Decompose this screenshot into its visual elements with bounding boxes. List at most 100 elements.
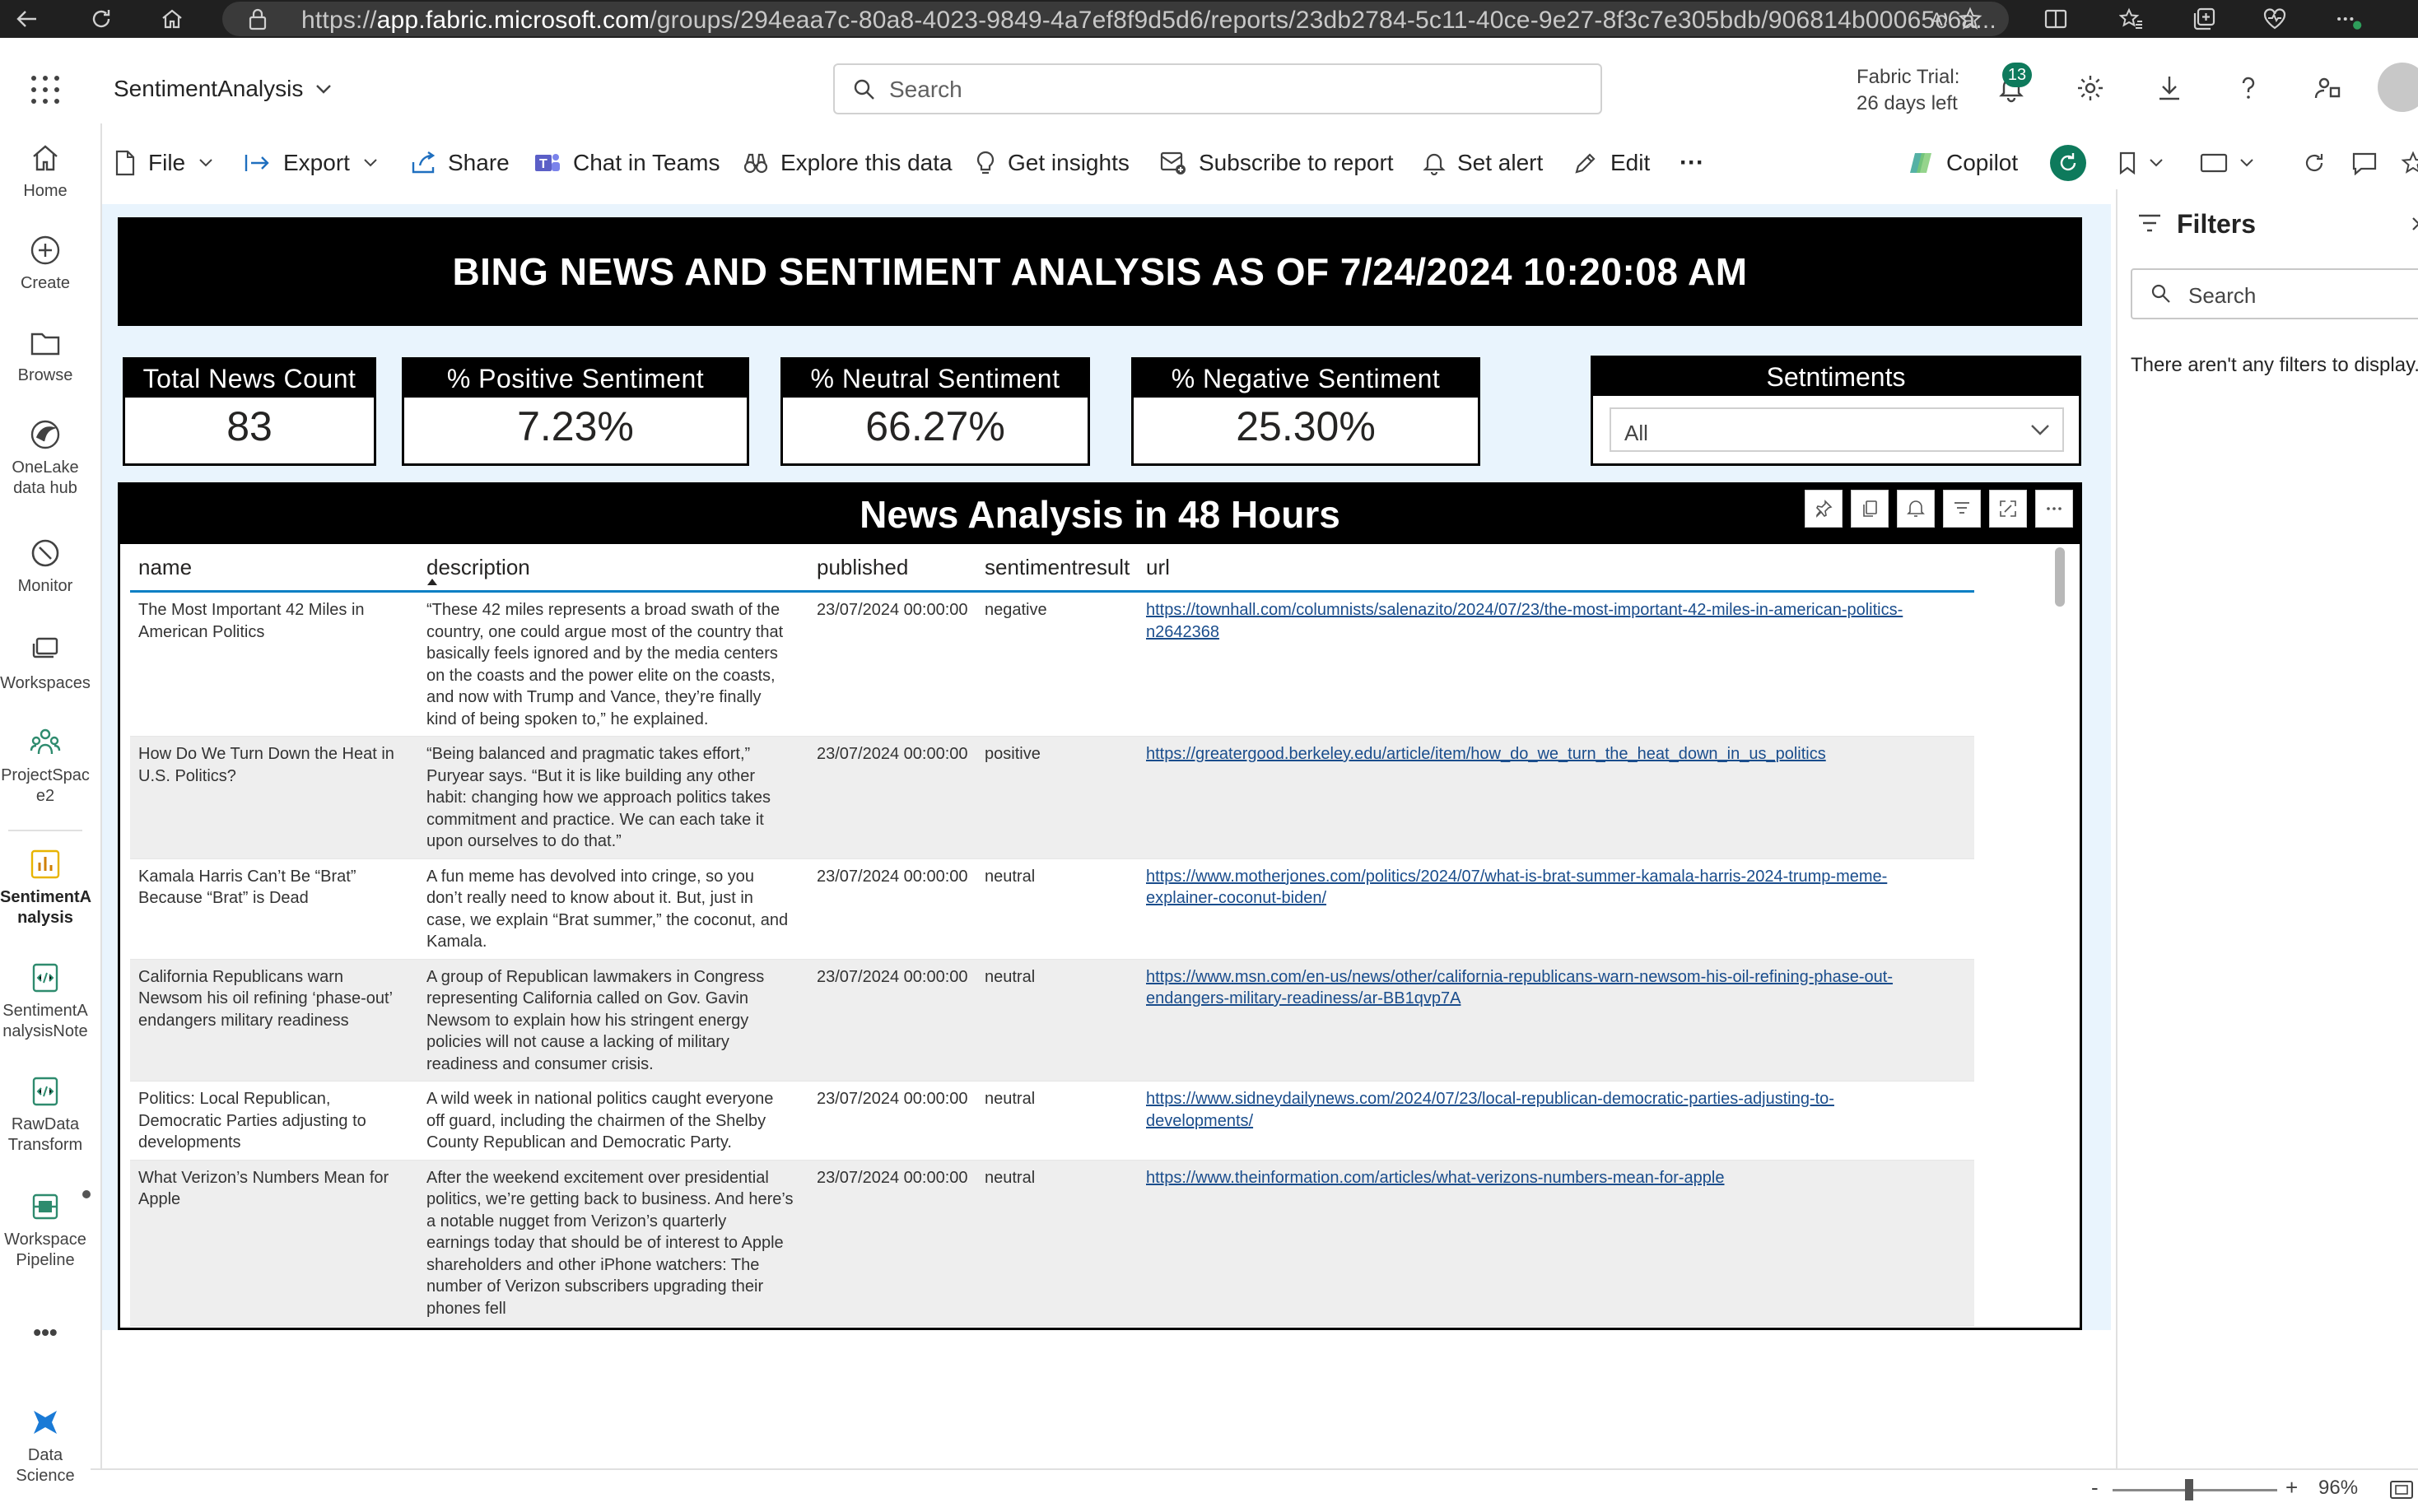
edit-button[interactable]: Edit [1572,137,1650,189]
nav-projectspace2[interactable]: ProjectSpac e2 [0,726,91,807]
cell-url-link[interactable]: https://www.sidneydailynews.com/2024/07/… [1146,1088,1969,1132]
nav-create[interactable]: Create [0,234,91,294]
chevron-down-icon[interactable] [314,82,333,95]
cell-url-link-line[interactable]: https://www.theinformation.com/articles/… [1146,1167,1969,1189]
cell-url-link-line[interactable]: endangers-military-readiness/ar-BB1qvp7A [1146,988,1969,1010]
collections-icon[interactable] [2190,5,2218,33]
filter-visual-icon[interactable] [1943,490,1981,528]
nav-more[interactable]: ••• [0,1321,91,1344]
card-negative-sentiment[interactable]: % Negative Sentiment 25.30% [1131,357,1480,466]
read-aloud-icon[interactable]: A [1926,5,1954,33]
nav-browse[interactable]: Browse [0,326,91,386]
help-icon[interactable] [2229,69,2267,107]
global-search-input[interactable]: Search [833,63,1602,114]
set-alert-button[interactable]: Set alert [1423,137,1543,189]
table-row[interactable]: What Verizon’s Numbers Mean for Apple Afte… [130,1160,1974,1326]
cell-url-link[interactable]: https://www.msn.com/en-us/news/other/cal… [1146,966,1969,1010]
explore-data-button[interactable]: Explore this data [743,137,953,189]
cell-url-link-line[interactable]: explainer-coconut-biden/ [1146,887,1969,910]
cell-url-link-line[interactable]: https://www.motherjones.com/politics/202… [1146,866,1969,888]
filters-search-input[interactable]: Search [2131,268,2418,319]
settings-more-icon[interactable] [2335,5,2363,33]
table-scrollbar[interactable] [2055,547,2065,607]
view-button[interactable] [2200,137,2266,189]
app-launcher-icon[interactable] [30,74,61,105]
nav-data-science[interactable]: Data Science [0,1406,91,1486]
reset-button[interactable] [2048,137,2099,189]
comments-button[interactable] [2351,137,2389,189]
refresh-icon[interactable] [87,5,115,33]
column-header-name[interactable]: name [138,544,192,590]
favorites-icon[interactable] [2117,5,2145,33]
settings-gear-icon[interactable] [2071,69,2109,107]
cell-url-link-line[interactable]: https://townhall.com/columnists/salenazi… [1146,599,1969,621]
nav-rawdatatransform[interactable]: RawData Transform [0,1075,91,1156]
chat-in-teams-button[interactable]: T Chat in Teams [533,137,720,189]
column-header-description[interactable]: description [426,544,530,590]
zoom-slider-track[interactable] [2113,1489,2277,1491]
table-row[interactable]: The Most Important 42 Miles in American P… [130,593,1974,737]
nav-workspaces[interactable]: Workspaces [0,634,91,694]
back-icon[interactable] [13,5,41,33]
lock-icon[interactable] [244,5,272,33]
user-avatar[interactable] [2378,63,2418,112]
pin-visual-icon[interactable] [1805,490,1843,528]
favorite-button[interactable] [2401,137,2418,189]
workspace-title[interactable]: SentimentAnalysis [114,76,303,102]
cell-url-link[interactable]: https://www.motherjones.com/politics/202… [1146,866,1969,910]
nav-home[interactable]: Home [0,142,91,202]
table-row[interactable]: Kamala Harris Can’t Be “Brat” Because “Br… [130,858,1974,960]
card-neutral-sentiment[interactable]: % Neutral Sentiment 66.27% [780,357,1090,466]
download-icon[interactable] [2150,69,2188,107]
more-options-icon[interactable] [2035,490,2073,528]
zoom-out-button[interactable]: - [2091,1475,2099,1500]
cell-url-link[interactable]: https://greatergood.berkeley.edu/article… [1146,743,1969,765]
more-options-button[interactable]: ··· [1680,137,1704,189]
column-header-sentimentresult[interactable]: sentimentresult [985,544,1130,590]
file-menu-button[interactable]: File [114,137,225,189]
zoom-in-button[interactable]: + [2285,1475,2298,1500]
nav-sentimentanalysisnote[interactable]: SentimentA nalysisNote [0,961,91,1042]
table-row[interactable]: Politics: Local Republican, Democratic Pa… [130,1082,1974,1161]
table-row[interactable]: California Republicans warn Newsom his oi… [130,959,1974,1082]
fit-to-page-icon[interactable] [2389,1480,2414,1500]
alert-visual-icon[interactable] [1897,490,1935,528]
nav-workspacepipeline[interactable]: Workspace Pipeline [0,1190,91,1271]
get-insights-button[interactable]: Get insights [975,137,1130,189]
cell-url-link-line[interactable]: n2642368 [1146,621,1969,644]
feedback-share-icon[interactable] [2309,69,2346,107]
home-icon[interactable] [158,5,186,33]
table-row[interactable]: Football latest: Transfer newsincluding … [130,1326,1974,1328]
copy-visual-icon[interactable] [1851,490,1889,528]
column-header-url[interactable]: url [1146,544,1170,590]
address-bar[interactable]: https://app.fabric.microsoft.com/groups/… [222,2,2009,36]
nav-onelake[interactable]: OneLake data hub [0,418,91,499]
split-screen-icon[interactable] [2042,5,2070,33]
column-header-published[interactable]: published [817,544,908,590]
close-icon[interactable] [2411,216,2418,232]
favorite-star-icon[interactable] [1956,5,1984,33]
cell-url-link-line[interactable]: https://greatergood.berkeley.edu/article… [1146,743,1969,765]
cell-url-link-line[interactable]: https://www.sidneydailynews.com/2024/07/… [1146,1088,1969,1110]
copilot-button[interactable]: Copilot [1907,137,2018,189]
cell-url-link-line[interactable]: developments/ [1146,1110,1969,1133]
share-button[interactable]: Share [410,137,510,189]
table-row[interactable]: How Do We Turn Down the Heat in U.S. Poli… [130,737,1974,859]
cell-url-link[interactable]: https://www.theinformation.com/articles/… [1146,1167,1969,1189]
cell-url-link[interactable]: https://townhall.com/columnists/salenazi… [1146,599,1969,643]
notification-count-badge[interactable]: 13 [2002,63,2032,87]
nav-monitor[interactable]: Monitor [0,537,91,597]
card-total-news-count[interactable]: Total News Count 83 [123,357,376,466]
url-text[interactable]: https://app.fabric.microsoft.com/groups/… [301,7,1996,35]
slicer-dropdown[interactable]: All [1610,407,2064,452]
export-menu-button[interactable]: Export [244,137,389,189]
refresh-visuals-button[interactable] [2302,137,2338,189]
nav-sentimentanalysis-report[interactable]: SentimentA nalysis [0,848,91,928]
subscribe-report-button[interactable]: Subscribe to report [1159,137,1394,189]
browser-essentials-icon[interactable] [2261,5,2289,33]
focus-mode-icon[interactable] [1989,490,2027,528]
cell-url-link-line[interactable]: https://www.msn.com/en-us/news/other/cal… [1146,966,1969,989]
bookmark-button[interactable] [2117,137,2175,189]
zoom-slider-thumb[interactable] [2185,1479,2193,1500]
card-positive-sentiment[interactable]: % Positive Sentiment 7.23% [402,357,749,466]
